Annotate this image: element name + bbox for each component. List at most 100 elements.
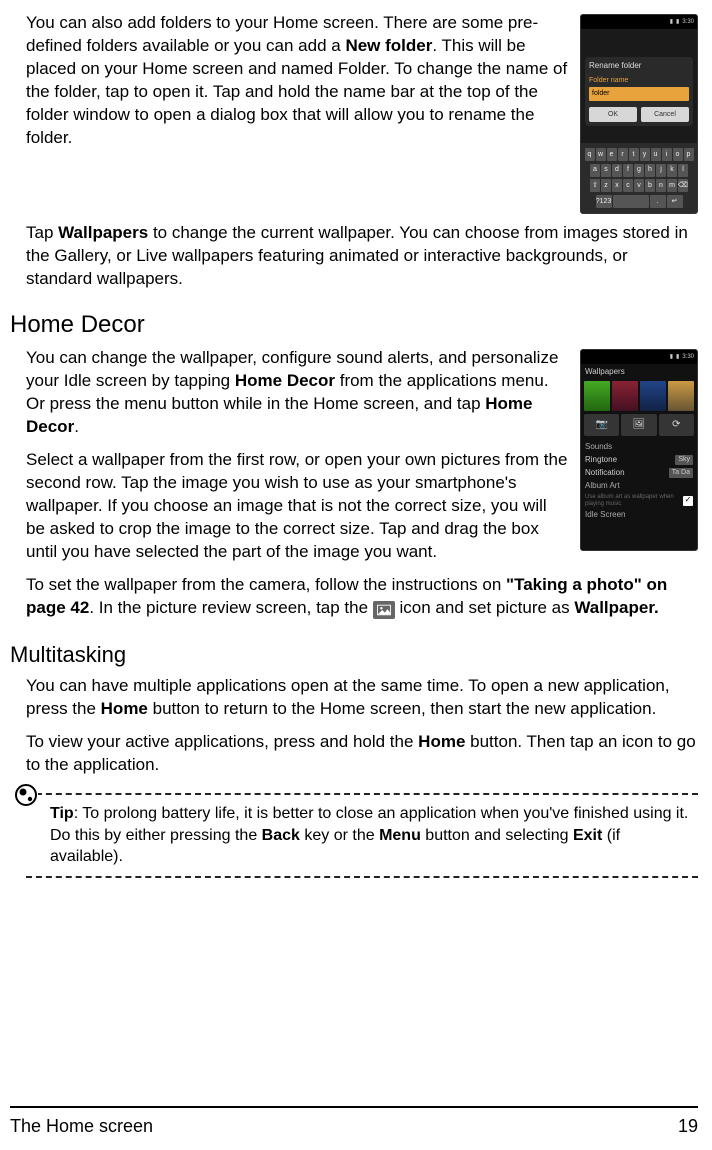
dialog-title: Rename folder	[589, 61, 689, 72]
text: key or the	[300, 827, 379, 844]
text: button to return to the Home screen, the…	[148, 699, 656, 718]
wallpaper-thumb[interactable]	[612, 381, 638, 411]
home-decor-heading: Home Decor	[10, 309, 698, 341]
footer-page-number: 19	[678, 1114, 698, 1138]
sounds-section-title: Sounds	[581, 440, 697, 454]
idle-screen-section-title: Idle Screen	[581, 508, 697, 522]
status-time: 3:30	[682, 18, 694, 26]
screenshot-home-decor: ▮ ▮ 3:30 Wallpapers 📷 🖼 ⟳ Sounds Rington…	[580, 349, 698, 551]
keyboard-key[interactable]: v	[634, 179, 644, 192]
keyboard-key[interactable]: m	[667, 179, 677, 192]
keyboard-key[interactable]: .	[650, 195, 666, 208]
dialog-field-label: Folder name	[589, 76, 689, 85]
tip-icon	[14, 783, 38, 807]
multitasking-heading: Multitasking	[10, 640, 698, 670]
page-footer: The Home screen 19	[10, 1106, 698, 1138]
keyboard-key[interactable]: k	[667, 164, 677, 177]
signal-icon: ▮	[670, 353, 673, 361]
gallery-source-button[interactable]: 🖼	[621, 414, 656, 436]
home-decor-p3: To set the wallpaper from the camera, fo…	[10, 574, 698, 620]
new-folder-term: New folder	[345, 36, 432, 55]
keyboard-key[interactable]: t	[629, 148, 639, 161]
text: button and selecting	[421, 827, 573, 844]
keyboard-key[interactable]: j	[656, 164, 666, 177]
notification-value: Ta Da	[669, 468, 693, 477]
wallpapers-section-title: Wallpapers	[581, 364, 697, 381]
wallpapers-paragraph: Tap Wallpapers to change the current wal…	[10, 222, 698, 291]
text: . In the picture review screen, tap the	[89, 598, 372, 617]
keyboard-key[interactable]: r	[618, 148, 628, 161]
text: To set the wallpaper from the camera, fo…	[26, 575, 506, 594]
album-art-description: Use album art as wallpaper when playing …	[585, 494, 683, 507]
rename-folder-dialog: Rename folder Folder name folder OK Canc…	[585, 57, 693, 126]
text: icon and set picture as	[395, 598, 575, 617]
home-decor-term: Home Decor	[235, 371, 335, 390]
keyboard-key[interactable]: c	[623, 179, 633, 192]
tip-label: Tip	[50, 805, 74, 822]
text: .	[74, 417, 79, 436]
keyboard-key[interactable]: ↵	[667, 195, 683, 208]
keyboard-key[interactable]	[613, 195, 649, 208]
keyboard-key[interactable]: u	[651, 148, 661, 161]
onscreen-keyboard[interactable]: qwertyuiop asdfghjkl ⇧zxcvbnm⌫ ?123.↵	[581, 143, 697, 213]
exit-term: Exit	[573, 827, 602, 844]
wallpaper-thumb[interactable]	[584, 381, 610, 411]
album-art-row[interactable]: Use album art as wallpaper when playing …	[581, 493, 697, 508]
notification-label: Notification	[585, 468, 625, 479]
keyboard-key[interactable]: a	[590, 164, 600, 177]
text: To view your active applications, press …	[26, 732, 418, 751]
keyboard-key[interactable]: h	[645, 164, 655, 177]
keyboard-key[interactable]: p	[684, 148, 694, 161]
keyboard-key[interactable]: o	[673, 148, 683, 161]
keyboard-key[interactable]: q	[585, 148, 595, 161]
ringtone-row[interactable]: Ringtone Sky	[581, 454, 697, 467]
back-key-term: Back	[262, 827, 300, 844]
home-button-term: Home	[418, 732, 465, 751]
status-time: 3:30	[682, 353, 694, 361]
keyboard-key[interactable]: f	[623, 164, 633, 177]
wallpaper-thumbnails-row	[581, 381, 697, 411]
signal-icon: ▮	[670, 18, 673, 26]
tip-callout: Tip: To prolong battery life, it is bett…	[26, 793, 698, 878]
keyboard-key[interactable]: l	[678, 164, 688, 177]
wallpaper-term: Wallpaper.	[574, 598, 658, 617]
picture-icon	[373, 601, 395, 619]
battery-icon: ▮	[676, 18, 679, 26]
wallpaper-thumb[interactable]	[668, 381, 694, 411]
status-bar: ▮ ▮ 3:30	[581, 15, 697, 29]
ringtone-value: Sky	[675, 455, 693, 464]
keyboard-key[interactable]: ⇧	[590, 179, 600, 192]
keyboard-key[interactable]: y	[640, 148, 650, 161]
keyboard-key[interactable]: b	[645, 179, 655, 192]
album-art-checkbox[interactable]: ✓	[683, 496, 693, 506]
keyboard-key[interactable]: n	[656, 179, 666, 192]
menu-button-term: Menu	[379, 827, 421, 844]
keyboard-key[interactable]: g	[634, 164, 644, 177]
keyboard-key[interactable]: x	[612, 179, 622, 192]
footer-chapter-title: The Home screen	[10, 1114, 153, 1138]
multitasking-p2: To view your active applications, press …	[10, 731, 698, 777]
screenshot-rename-folder: ▮ ▮ 3:30 Rename folder Folder name folde…	[580, 14, 698, 214]
cancel-button[interactable]: Cancel	[641, 107, 689, 122]
keyboard-key[interactable]: i	[662, 148, 672, 161]
ok-button[interactable]: OK	[589, 107, 637, 122]
notification-row[interactable]: Notification Ta Da	[581, 467, 697, 480]
keyboard-key[interactable]: ⌫	[678, 179, 688, 192]
keyboard-key[interactable]: z	[601, 179, 611, 192]
keyboard-key[interactable]: w	[596, 148, 606, 161]
wallpaper-source-row: 📷 🖼 ⟳	[581, 414, 697, 436]
keyboard-key[interactable]: e	[607, 148, 617, 161]
folder-name-input[interactable]: folder	[589, 87, 689, 100]
multitasking-p1: You can have multiple applications open …	[10, 675, 698, 721]
ringtone-label: Ringtone	[585, 455, 617, 466]
album-art-section-title: Album Art	[581, 479, 697, 493]
home-button-term: Home	[101, 699, 148, 718]
wallpaper-thumb[interactable]	[640, 381, 666, 411]
keyboard-key[interactable]: d	[612, 164, 622, 177]
live-source-button[interactable]: ⟳	[659, 414, 694, 436]
wallpapers-term: Wallpapers	[58, 223, 148, 242]
text: Tap	[26, 223, 58, 242]
camera-source-button[interactable]: 📷	[584, 414, 619, 436]
keyboard-key[interactable]: ?123	[596, 195, 612, 208]
keyboard-key[interactable]: s	[601, 164, 611, 177]
